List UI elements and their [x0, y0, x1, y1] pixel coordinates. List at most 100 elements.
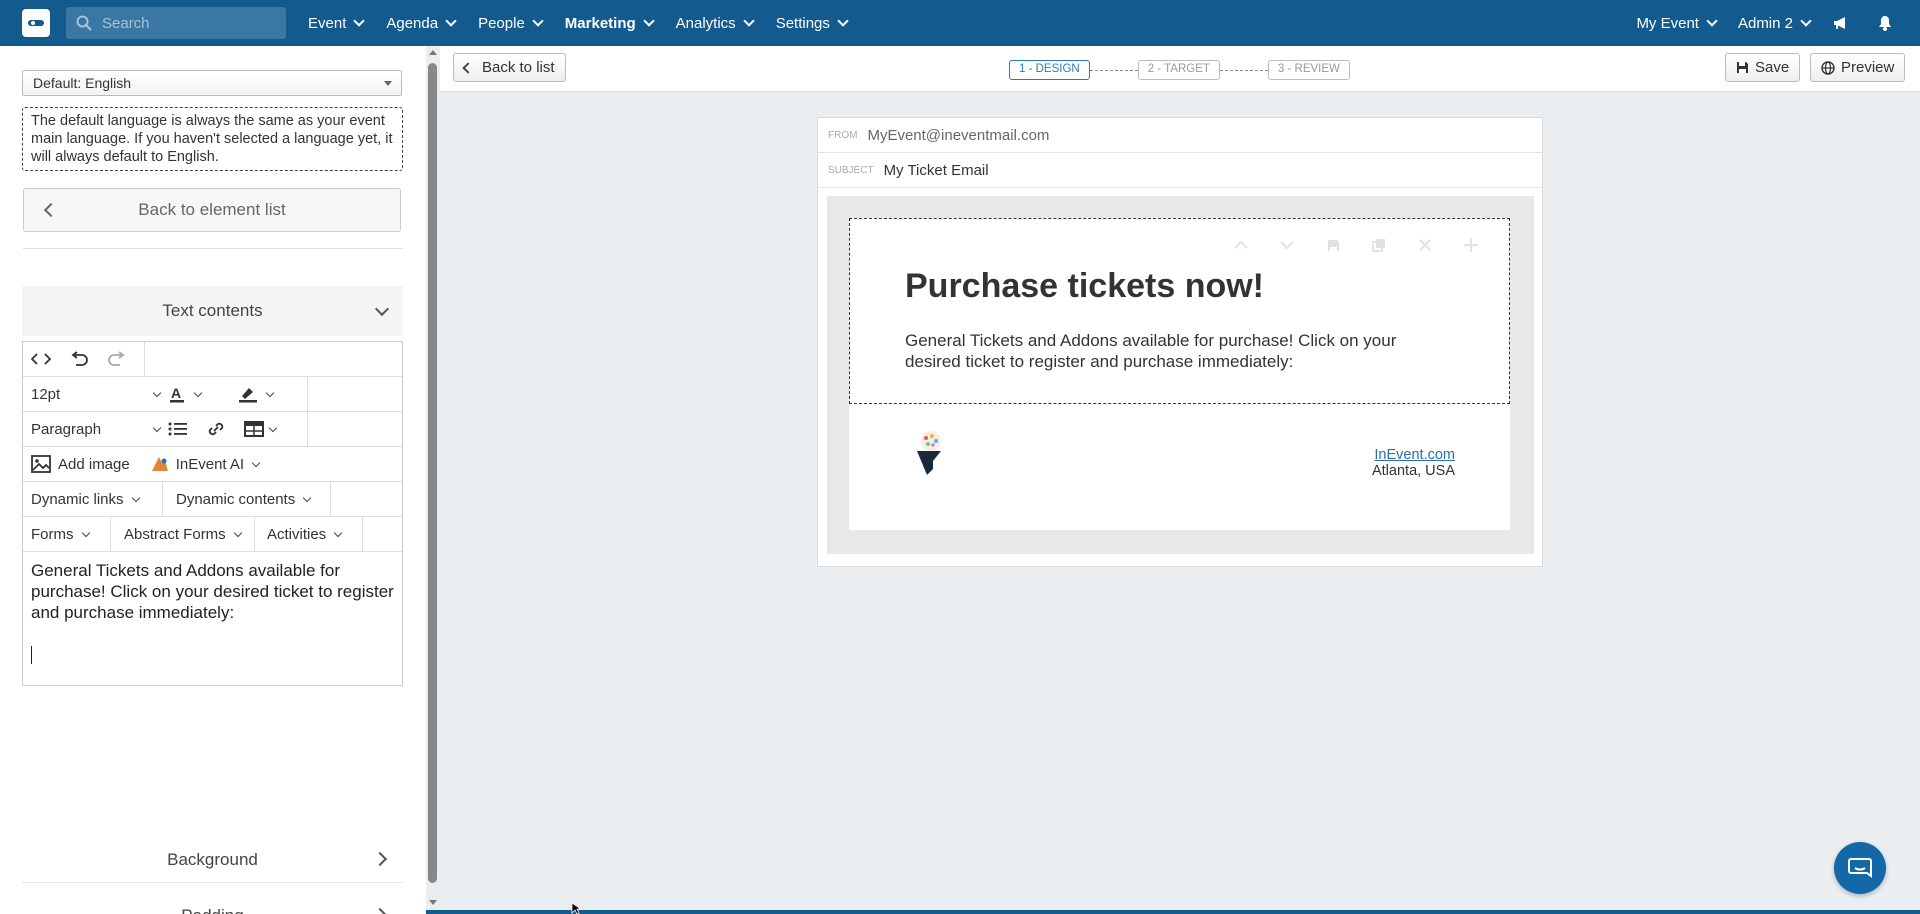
- nav-event[interactable]: Event: [308, 15, 366, 32]
- nav-agenda[interactable]: Agenda: [386, 15, 457, 32]
- source-code-icon[interactable]: [31, 352, 51, 366]
- email-heading: Purchase tickets now!: [905, 267, 1265, 305]
- user-menu[interactable]: Admin 2: [1738, 15, 1812, 32]
- move-up-icon[interactable]: [1233, 237, 1249, 253]
- svg-text:A: A: [171, 385, 181, 401]
- chevron-down-icon: [353, 15, 366, 27]
- chevron-down-icon: [268, 423, 278, 432]
- padding-section[interactable]: Padding: [22, 893, 403, 914]
- text-caret: [31, 646, 32, 664]
- move-down-icon[interactable]: [1279, 237, 1295, 253]
- editor-content[interactable]: General Tickets and Addons available for…: [23, 552, 402, 677]
- inevent-ai-button[interactable]: InEvent AI: [150, 455, 261, 473]
- globe-icon: [1821, 60, 1835, 75]
- save-block-icon[interactable]: [1325, 237, 1341, 253]
- chevron-right-icon: [372, 907, 388, 914]
- text-color-icon: A: [170, 385, 184, 403]
- dynamic-links-select[interactable]: Dynamic links: [23, 482, 163, 516]
- text-block-selected[interactable]: Purchase tickets now! General Tickets an…: [849, 218, 1510, 404]
- table-icon[interactable]: [244, 421, 278, 437]
- subject-label: SUBJECT: [828, 164, 874, 176]
- from-label: FROM: [828, 129, 858, 141]
- chat-launcher-button[interactable]: [1834, 842, 1886, 894]
- wizard-steps: 1 - DESIGN 2 - TARGET 3 - REVIEW: [1009, 60, 1350, 80]
- back-to-list-button[interactable]: Back to list: [453, 53, 566, 82]
- email-paragraph: General Tickets and Addons available for…: [905, 331, 1397, 371]
- floppy-disk-icon: [1737, 62, 1748, 73]
- divider: [23, 248, 403, 249]
- chevron-down-icon: [233, 528, 242, 537]
- subject-value[interactable]: My Ticket Email: [884, 162, 989, 179]
- chevron-left-icon: [462, 61, 474, 74]
- event-menu[interactable]: My Event: [1636, 15, 1718, 32]
- drag-handle-icon[interactable]: [1463, 237, 1479, 253]
- chevron-down-icon: [1800, 15, 1812, 27]
- step-connector: [1219, 69, 1268, 71]
- nav-analytics[interactable]: Analytics: [676, 15, 755, 32]
- event-logo: [917, 431, 941, 475]
- email-canvas: Purchase tickets now! General Tickets an…: [827, 196, 1534, 554]
- top-nav: Search Event Agenda People Marketing Ana…: [0, 0, 1920, 46]
- back-to-element-list-button[interactable]: Back to element list: [23, 188, 401, 232]
- background-section[interactable]: Background: [22, 837, 403, 883]
- block-format-select[interactable]: Paragraph: [23, 412, 168, 446]
- from-row: FROM MyEvent@ineventmail.com: [818, 118, 1542, 153]
- image-icon: [31, 455, 51, 473]
- element-settings-panel: Default: English The default language is…: [0, 46, 426, 914]
- save-button[interactable]: Save: [1725, 53, 1801, 82]
- add-image-button[interactable]: Add image: [31, 455, 130, 473]
- inevent-logo[interactable]: [22, 9, 50, 37]
- activities-select[interactable]: Activities: [255, 517, 363, 551]
- search-placeholder: Search: [102, 14, 150, 32]
- preview-button[interactable]: Preview: [1810, 53, 1906, 82]
- chat-icon: [1848, 858, 1872, 878]
- chevron-down-icon: [532, 15, 544, 27]
- footer-block[interactable]: InEvent.com Atlanta, USA: [849, 404, 1510, 530]
- subject-row: SUBJECT My Ticket Email: [818, 153, 1542, 188]
- megaphone-icon[interactable]: [1832, 14, 1850, 32]
- text-contents-section[interactable]: Text contents: [22, 286, 403, 336]
- chevron-down-icon: [265, 388, 275, 397]
- chevron-down-icon: [374, 301, 390, 317]
- dynamic-contents-select[interactable]: Dynamic contents: [163, 482, 331, 516]
- text-color-button[interactable]: A: [168, 377, 238, 411]
- panel-scrollbar[interactable]: [428, 63, 437, 883]
- chevron-down-icon: [152, 388, 162, 397]
- chevron-right-icon: [372, 851, 388, 867]
- bell-icon[interactable]: [1876, 14, 1894, 32]
- step-design[interactable]: 1 - DESIGN: [1009, 60, 1090, 80]
- footer-link[interactable]: InEvent.com: [1374, 447, 1455, 463]
- step-review[interactable]: 3 - REVIEW: [1267, 60, 1350, 80]
- chevron-down-icon: [642, 15, 655, 27]
- chevron-down-icon: [1706, 15, 1718, 27]
- font-size-select[interactable]: 12pt: [23, 377, 168, 411]
- link-icon[interactable]: [206, 420, 226, 438]
- step-target[interactable]: 2 - TARGET: [1137, 60, 1220, 80]
- nav-people[interactable]: People: [478, 15, 544, 32]
- highlight-color-button[interactable]: [238, 377, 308, 411]
- chevron-down-icon: [193, 388, 203, 397]
- nav-settings[interactable]: Settings: [776, 15, 849, 32]
- scroll-up-arrow[interactable]: [429, 50, 437, 55]
- block-tools: [1203, 237, 1479, 253]
- caret-down-icon: [384, 81, 392, 86]
- delete-icon[interactable]: [1417, 237, 1433, 253]
- from-value[interactable]: MyEvent@ineventmail.com: [867, 127, 1049, 144]
- search-input[interactable]: Search: [66, 7, 286, 39]
- chevron-down-icon: [445, 15, 457, 27]
- redo-icon[interactable]: [107, 351, 127, 367]
- undo-icon[interactable]: [69, 351, 89, 367]
- nav-marketing[interactable]: Marketing: [565, 15, 655, 32]
- chevron-down-icon: [333, 528, 343, 537]
- bullet-list-icon[interactable]: [168, 421, 188, 437]
- scroll-down-arrow[interactable]: [429, 900, 437, 905]
- forms-select[interactable]: Forms: [23, 517, 111, 551]
- duplicate-icon[interactable]: [1371, 237, 1387, 253]
- abstract-forms-select[interactable]: Abstract Forms: [111, 517, 255, 551]
- chevron-down-icon: [81, 528, 90, 537]
- bottom-accent-bar: [426, 910, 1920, 914]
- language-select[interactable]: Default: English: [22, 70, 402, 96]
- chevron-down-icon: [302, 493, 312, 502]
- step-connector: [1089, 69, 1138, 71]
- footer-address: Atlanta, USA: [1371, 463, 1455, 479]
